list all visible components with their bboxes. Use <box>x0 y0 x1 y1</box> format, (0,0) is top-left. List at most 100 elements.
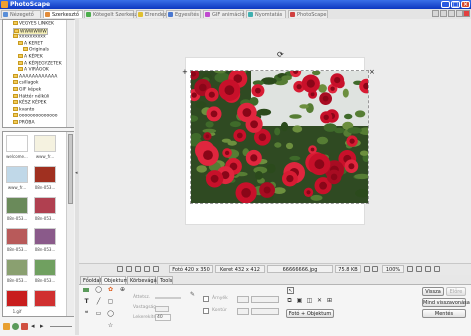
compare-icon[interactable] <box>434 266 440 272</box>
size-slider[interactable] <box>50 326 72 327</box>
ellipse-icon[interactable]: ◯ <box>107 310 114 317</box>
delete-icon[interactable]: ✕ <box>316 297 323 304</box>
thumbnail[interactable] <box>6 228 28 245</box>
thumbnail[interactable] <box>6 197 28 214</box>
switch-btn-4[interactable] <box>456 10 463 17</box>
tree-item[interactable]: VEGYES LINKEK <box>13 21 54 27</box>
scrollbar-thumb[interactable] <box>68 134 73 204</box>
tree-item[interactable]: Háttér nélküli <box>13 93 49 99</box>
fullscreen-icon[interactable] <box>425 266 431 272</box>
photo-object-button[interactable]: Fotó + Objektum <box>286 309 334 318</box>
tree-item[interactable]: kvanto <box>13 106 34 112</box>
zoom-fit-icon[interactable] <box>372 266 378 272</box>
zoom-out-icon[interactable] <box>364 266 370 272</box>
balloon-icon[interactable]: ◯ <box>95 286 102 293</box>
folder-tree[interactable]: VEGYES LINKEK WWWWWW xxxxxxxxxx A KERET Orig… <box>2 19 74 128</box>
close-icon[interactable]: × <box>461 1 470 8</box>
thumbnail[interactable] <box>6 290 28 307</box>
line-icon[interactable]: ╱ <box>95 298 102 305</box>
redo-button[interactable]: Előre <box>446 287 466 296</box>
thumbnail[interactable] <box>34 197 56 214</box>
tree-item[interactable]: A VIRÁGOK <box>18 67 49 73</box>
tab-5[interactable]: Egyesítés <box>166 10 201 18</box>
outline-select[interactable] <box>251 308 279 315</box>
thumbnail[interactable] <box>6 259 28 276</box>
tree-item[interactable]: csillagok <box>13 80 39 86</box>
text-icon[interactable]: T <box>83 298 90 305</box>
tree-item[interactable]: GIF képek <box>13 87 41 93</box>
rounding-field[interactable]: 40 <box>155 314 171 321</box>
switch-btn-2[interactable] <box>440 10 447 17</box>
actual-size-icon[interactable] <box>416 266 422 272</box>
delete-handle-icon[interactable]: × <box>369 69 375 76</box>
pointer-icon[interactable]: ↖ <box>287 287 294 294</box>
color-icon[interactable]: ⊕ <box>119 286 126 293</box>
quote-icon[interactable]: ❝ <box>83 310 90 317</box>
bottom-tab[interactable]: Tools <box>157 276 173 284</box>
fit-icon[interactable] <box>144 266 150 272</box>
thumbnail[interactable] <box>6 166 28 183</box>
outline-color[interactable] <box>237 308 249 315</box>
tree-scrollbar[interactable] <box>66 20 74 127</box>
rounded-rect-icon[interactable]: ▭ <box>95 310 102 317</box>
switch-btn-5[interactable] <box>463 10 470 17</box>
tree-item[interactable]: PRÓBA <box>13 120 35 126</box>
tree-item[interactable]: Originals <box>23 47 49 53</box>
photo-icon[interactable] <box>21 323 28 330</box>
switch-btn-3[interactable] <box>448 10 455 17</box>
opacity-slider[interactable] <box>155 297 181 299</box>
rectangle-icon[interactable]: ▢ <box>107 298 114 305</box>
tree-item[interactable]: A KÉPJEGYZETEK <box>18 60 62 66</box>
flip-icon[interactable] <box>135 266 141 272</box>
tree-item[interactable]: A KERET <box>18 40 43 46</box>
bring-front-icon[interactable]: ▣ <box>296 297 303 304</box>
size-field[interactable] <box>155 306 169 312</box>
arrow-left-icon[interactable]: ◂ <box>31 323 38 330</box>
maximize-icon[interactable]: □ <box>451 1 460 8</box>
star-icon[interactable]: ☆ <box>107 322 114 329</box>
tree-item[interactable]: xxxxxxxxxx <box>13 34 46 40</box>
move-handle-icon[interactable]: + <box>182 69 188 76</box>
tree-item[interactable]: KÉSZ KÉPEK <box>13 100 46 106</box>
bottom-tab[interactable]: Körbevágás <box>127 276 159 284</box>
tab-2[interactable]: Szerkesztő <box>43 10 83 18</box>
undo-all-button[interactable]: Mind visszavonása <box>422 298 470 307</box>
photo-object-icon[interactable] <box>83 288 89 292</box>
eyedropper-icon[interactable]: ✎ <box>189 291 196 298</box>
crop-icon[interactable] <box>153 266 159 272</box>
align-icon[interactable]: ⊞ <box>326 297 333 304</box>
thumbnail[interactable] <box>34 135 56 152</box>
thumbnail[interactable] <box>34 290 56 307</box>
outline-checkbox[interactable] <box>203 308 209 314</box>
sticker-icon[interactable]: ✿ <box>107 286 114 293</box>
tab-3[interactable]: Kötegelt Szerkesztő <box>84 10 142 18</box>
save-button[interactable]: Mentés <box>422 309 466 318</box>
refresh-icon[interactable] <box>12 323 19 330</box>
tab-6[interactable]: GIF animáció <box>203 10 245 18</box>
shadow-select[interactable] <box>251 296 279 303</box>
arrow-right-icon[interactable]: ▸ <box>40 323 47 330</box>
bottom-tab[interactable]: Főoldal <box>80 276 101 284</box>
folder-icon[interactable] <box>3 323 10 330</box>
thumbnail[interactable] <box>6 135 28 152</box>
shadow-color[interactable] <box>237 296 249 303</box>
tree-item[interactable]: oooooooooooooo <box>13 113 58 119</box>
zoom-level[interactable]: 100% <box>382 265 404 273</box>
rotate-right-icon[interactable] <box>126 266 132 272</box>
thumbnail[interactable] <box>34 166 56 183</box>
switch-btn-1[interactable] <box>432 10 439 17</box>
undo-button[interactable]: Vissza <box>422 287 444 296</box>
copy-icon[interactable]: ⧉ <box>286 297 293 304</box>
tab-1[interactable]: Nézegető <box>1 10 41 18</box>
send-back-icon[interactable]: ◫ <box>306 297 313 304</box>
bottom-tab[interactable]: Objektum <box>101 276 128 284</box>
minimize-icon[interactable]: _ <box>441 1 450 8</box>
rotate-left-icon[interactable] <box>117 266 123 272</box>
tree-item[interactable]: AAAAAAAAAAAA <box>13 73 57 79</box>
shadow-checkbox[interactable] <box>203 296 209 302</box>
tree-item[interactable]: A KÉPEK <box>18 54 43 60</box>
rotate-handle-icon[interactable]: ⟳ <box>277 51 284 59</box>
thumbnail-grid[interactable]: welcome... www_fr... www_fr... 08n-053... 08… <box>2 131 74 317</box>
zoom-in-icon[interactable] <box>407 266 413 272</box>
thumbnail-scrollbar[interactable] <box>66 132 74 316</box>
